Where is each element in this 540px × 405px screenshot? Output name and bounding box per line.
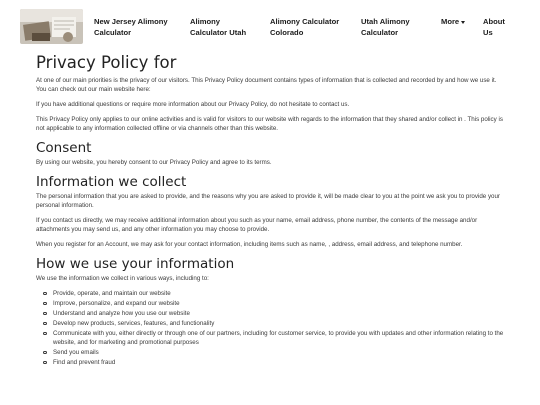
intro-paragraph-2: If you have additional questions or requ… — [36, 101, 350, 108]
bullet-icon — [43, 350, 47, 355]
bullet-icon — [43, 331, 47, 336]
list-item: Develop new products, services, features… — [36, 319, 506, 328]
consent-paragraph: By using our website, you hereby consent… — [36, 159, 272, 166]
nav-link-alimony-calculator-colorado[interactable]: Alimony Calculator Colorado — [270, 16, 350, 38]
list-item: Improve, personalize, and expand our web… — [36, 299, 506, 308]
site-logo[interactable] — [20, 9, 83, 44]
nav-more-label: More — [441, 17, 460, 26]
use-intro: We use the information we collect in var… — [36, 275, 209, 282]
collect-heading: Information we collect — [36, 174, 187, 190]
collect-paragraph-1: The personal information that you are as… — [36, 193, 500, 209]
intro-paragraph-3: This Privacy Policy only applies to our … — [36, 116, 503, 132]
use-list: Provide, operate, and maintain our websi… — [36, 289, 506, 367]
nav-link-about-us[interactable]: About Us — [483, 16, 513, 38]
nav-link-utah-alimony-calculator[interactable]: Utah Alimony Calculator — [361, 16, 423, 38]
bullet-icon — [43, 321, 47, 326]
caret-down-icon — [461, 20, 466, 24]
consent-heading: Consent — [36, 140, 92, 156]
list-item: Send you emails — [36, 348, 506, 357]
intro-paragraph-1: At one of our main priorities is the pri… — [36, 77, 497, 93]
main-content: Privacy Policy for At one of our main pr… — [36, 52, 506, 368]
list-item: Understand and analyze how you use our w… — [36, 309, 506, 318]
bullet-icon — [43, 360, 47, 365]
logo-photo-icon — [20, 9, 83, 44]
list-item: Find and prevent fraud — [36, 358, 506, 367]
bullet-icon — [43, 301, 47, 306]
navbar: New Jersey Alimony Calculator Alimony Ca… — [0, 0, 540, 48]
list-item-text: Send you emails — [53, 349, 99, 356]
list-item-text: Communicate with you, either directly or… — [53, 330, 504, 346]
list-item: Communicate with you, either directly or… — [36, 329, 506, 347]
nav-dropdown-more[interactable]: More — [441, 16, 466, 27]
list-item-text: Find and prevent fraud — [53, 359, 116, 366]
bullet-icon — [43, 291, 47, 296]
nav-link-new-jersey-alimony-calculator[interactable]: New Jersey Alimony Calculator — [94, 16, 172, 38]
list-item-text: Develop new products, services, features… — [53, 320, 215, 327]
list-item-text: Provide, operate, and maintain our websi… — [53, 290, 171, 297]
collect-paragraph-3: When you register for an Account, we may… — [36, 241, 463, 248]
bullet-icon — [43, 311, 47, 316]
page-title: Privacy Policy for — [36, 53, 177, 72]
use-heading: How we use your information — [36, 256, 235, 272]
collect-paragraph-2: If you contact us directly, we may recei… — [36, 217, 478, 233]
list-item-text: Understand and analyze how you use our w… — [53, 310, 190, 317]
list-item-text: Improve, personalize, and expand our web… — [53, 300, 180, 307]
nav-link-alimony-calculator-utah[interactable]: Alimony Calculator Utah — [190, 16, 258, 38]
list-item: Provide, operate, and maintain our websi… — [36, 289, 506, 298]
